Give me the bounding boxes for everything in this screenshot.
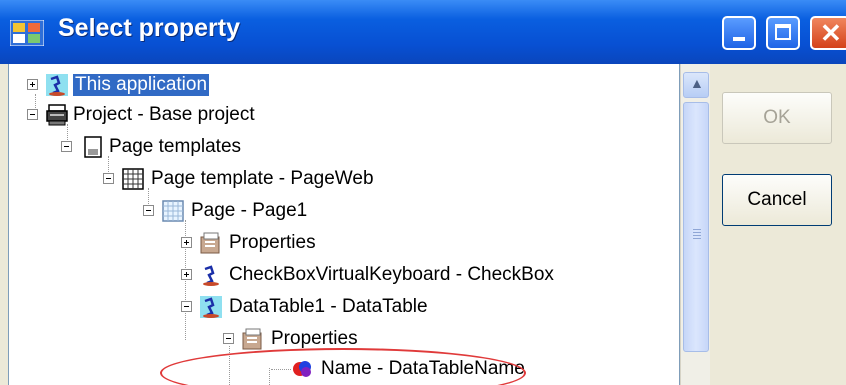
tree-item-label: DataTable1 - DataTable xyxy=(229,296,428,317)
scroll-up-button[interactable]: ▲ xyxy=(683,72,709,98)
collapse-icon[interactable] xyxy=(61,141,72,152)
checkbox-control-icon xyxy=(203,265,219,286)
select-property-dialog: Select property ✕ This application Proje… xyxy=(0,0,846,385)
tree-item-label: Properties xyxy=(229,232,316,253)
minimize-button[interactable] xyxy=(722,16,756,50)
collapse-icon[interactable] xyxy=(27,109,38,120)
properties-icon xyxy=(242,328,262,350)
expand-icon[interactable] xyxy=(27,79,38,90)
tree-item-label: Project - Base project xyxy=(73,104,255,125)
ok-button[interactable]: OK xyxy=(722,92,832,144)
minimize-icon xyxy=(733,37,745,41)
scroll-thumb[interactable] xyxy=(683,102,709,352)
close-button[interactable]: ✕ xyxy=(810,16,846,50)
maximize-icon xyxy=(775,24,791,40)
page-template-icon xyxy=(122,168,144,190)
collapse-icon[interactable] xyxy=(181,301,192,312)
page-icon xyxy=(162,200,184,222)
expand-icon[interactable] xyxy=(181,269,192,280)
cancel-button[interactable]: Cancel xyxy=(722,174,832,226)
tree-item-label: This application xyxy=(73,74,210,96)
maximize-button[interactable] xyxy=(766,16,800,50)
window-app-icon xyxy=(10,20,44,46)
chevron-up-icon: ▲ xyxy=(690,75,704,91)
datatable-control-icon xyxy=(200,296,222,318)
collapse-icon[interactable] xyxy=(143,205,154,216)
close-icon: ✕ xyxy=(820,18,842,48)
window-title: Select property xyxy=(58,14,241,42)
collapse-icon[interactable] xyxy=(103,173,114,184)
expand-icon[interactable] xyxy=(181,237,192,248)
application-icon xyxy=(46,74,68,96)
tree-item-label: Page template - PageWeb xyxy=(151,168,374,189)
properties-icon xyxy=(200,232,220,254)
dialog-left-edge xyxy=(0,64,8,385)
tree-item-label: CheckBoxVirtualKeyboard - CheckBox xyxy=(229,264,554,285)
tree-item-label: Page templates xyxy=(109,136,242,157)
highlight-annotation xyxy=(160,348,526,385)
page-templates-icon xyxy=(84,136,102,158)
tree-item-label: Page - Page1 xyxy=(191,200,308,221)
grip-icon xyxy=(693,229,701,230)
collapse-icon[interactable] xyxy=(223,333,234,344)
property-tree[interactable]: This application Project - Base project … xyxy=(8,64,680,385)
tree-scrollbar[interactable]: ▲ xyxy=(680,64,710,385)
tree-item-label: Properties xyxy=(271,328,358,349)
project-icon xyxy=(46,104,68,126)
title-bar[interactable]: Select property ✕ xyxy=(0,0,846,64)
